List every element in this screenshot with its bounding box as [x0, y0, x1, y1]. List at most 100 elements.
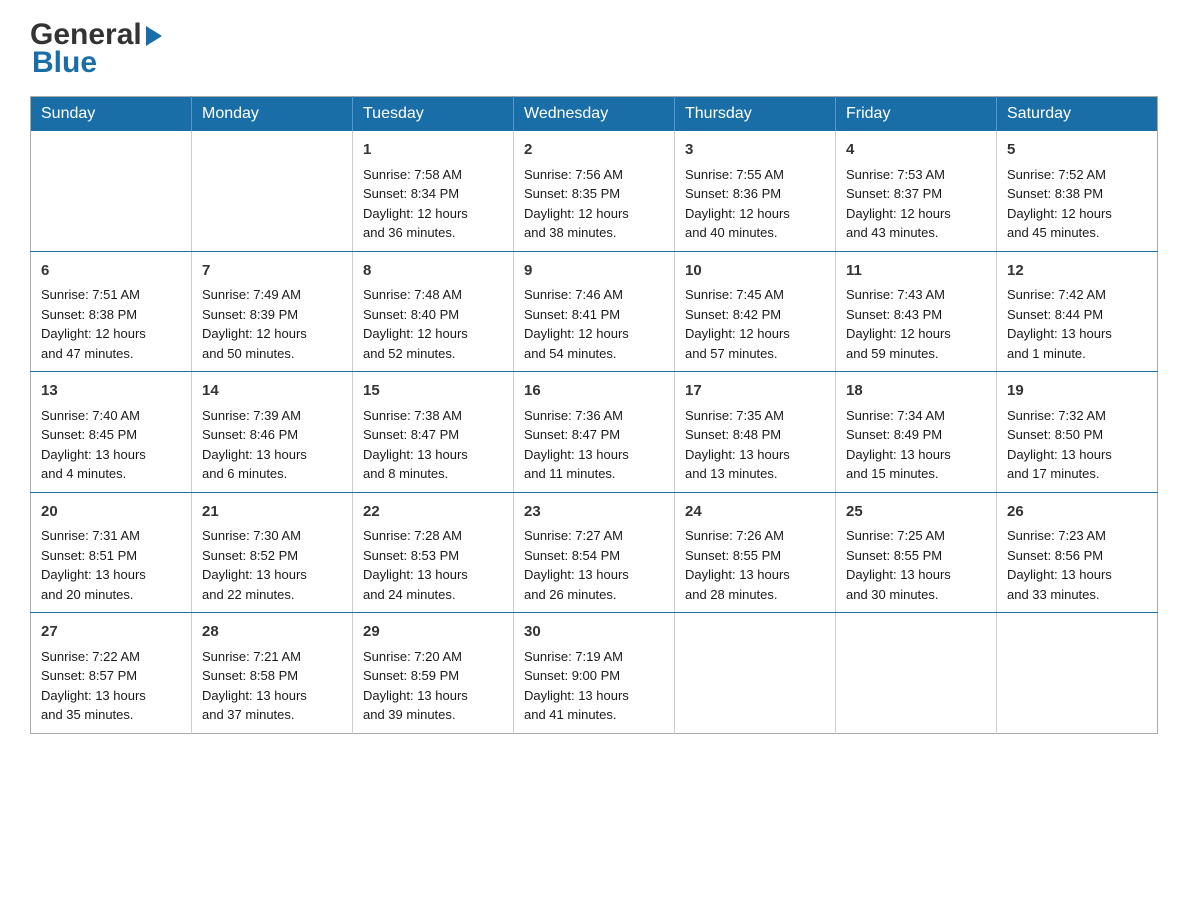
day-info-line: and 37 minutes. — [202, 705, 342, 725]
day-info-line: Sunrise: 7:46 AM — [524, 285, 664, 305]
day-info-line: Daylight: 12 hours — [524, 204, 664, 224]
day-info-line: Sunset: 8:54 PM — [524, 546, 664, 566]
day-info-line: and 24 minutes. — [363, 585, 503, 605]
day-info-line: Daylight: 12 hours — [202, 324, 342, 344]
day-info-line: Sunset: 8:49 PM — [846, 425, 986, 445]
calendar-cell: 2Sunrise: 7:56 AMSunset: 8:35 PMDaylight… — [514, 131, 675, 251]
logo: General Blue — [30, 20, 162, 80]
day-info-line: Daylight: 13 hours — [685, 565, 825, 585]
day-info-line: Sunrise: 7:26 AM — [685, 526, 825, 546]
day-info-line: and 54 minutes. — [524, 344, 664, 364]
day-info-line: Daylight: 13 hours — [363, 686, 503, 706]
day-info-line: Sunrise: 7:32 AM — [1007, 406, 1147, 426]
calendar-cell: 11Sunrise: 7:43 AMSunset: 8:43 PMDayligh… — [836, 251, 997, 372]
day-info-line: Sunset: 8:45 PM — [41, 425, 181, 445]
calendar-cell: 26Sunrise: 7:23 AMSunset: 8:56 PMDayligh… — [997, 492, 1158, 613]
calendar-cell: 5Sunrise: 7:52 AMSunset: 8:38 PMDaylight… — [997, 131, 1158, 251]
day-number: 5 — [1007, 139, 1147, 162]
day-number: 13 — [41, 380, 181, 403]
day-info-line: Sunrise: 7:20 AM — [363, 647, 503, 667]
day-number: 2 — [524, 139, 664, 162]
day-info-line: and 35 minutes. — [41, 705, 181, 725]
day-info-line: Sunset: 8:53 PM — [363, 546, 503, 566]
day-info-line: Daylight: 13 hours — [363, 565, 503, 585]
day-info-line: Sunrise: 7:51 AM — [41, 285, 181, 305]
calendar-cell: 8Sunrise: 7:48 AMSunset: 8:40 PMDaylight… — [353, 251, 514, 372]
calendar-cell: 6Sunrise: 7:51 AMSunset: 8:38 PMDaylight… — [31, 251, 192, 372]
day-info-line: Sunset: 8:48 PM — [685, 425, 825, 445]
day-info-line: Sunset: 8:42 PM — [685, 305, 825, 325]
day-number: 21 — [202, 501, 342, 524]
calendar-cell: 28Sunrise: 7:21 AMSunset: 8:58 PMDayligh… — [192, 613, 353, 734]
day-info-line: Daylight: 13 hours — [524, 565, 664, 585]
weekday-header-friday: Friday — [836, 97, 997, 132]
weekday-header-thursday: Thursday — [675, 97, 836, 132]
calendar-cell: 12Sunrise: 7:42 AMSunset: 8:44 PMDayligh… — [997, 251, 1158, 372]
day-info-line: and 13 minutes. — [685, 464, 825, 484]
day-info-line: and 43 minutes. — [846, 223, 986, 243]
day-info-line: Sunrise: 7:49 AM — [202, 285, 342, 305]
day-info-line: Daylight: 12 hours — [846, 324, 986, 344]
day-info-line: Sunset: 8:55 PM — [685, 546, 825, 566]
day-info-line: Sunset: 8:47 PM — [524, 425, 664, 445]
day-info-line: Sunrise: 7:28 AM — [363, 526, 503, 546]
week-row-1: 1Sunrise: 7:58 AMSunset: 8:34 PMDaylight… — [31, 131, 1158, 251]
day-info-line: Daylight: 13 hours — [685, 445, 825, 465]
day-info-line: Sunset: 8:38 PM — [1007, 184, 1147, 204]
calendar-cell: 21Sunrise: 7:30 AMSunset: 8:52 PMDayligh… — [192, 492, 353, 613]
week-row-2: 6Sunrise: 7:51 AMSunset: 8:38 PMDaylight… — [31, 251, 1158, 372]
day-info-line: Daylight: 12 hours — [363, 204, 503, 224]
day-info-line: Daylight: 13 hours — [202, 445, 342, 465]
day-info-line: Sunset: 9:00 PM — [524, 666, 664, 686]
day-info-line: and 41 minutes. — [524, 705, 664, 725]
day-info-line: Sunset: 8:36 PM — [685, 184, 825, 204]
day-number: 9 — [524, 260, 664, 283]
day-number: 6 — [41, 260, 181, 283]
calendar-cell: 9Sunrise: 7:46 AMSunset: 8:41 PMDaylight… — [514, 251, 675, 372]
day-info-line: Daylight: 13 hours — [1007, 445, 1147, 465]
day-info-line: Sunrise: 7:58 AM — [363, 165, 503, 185]
day-info-line: Daylight: 13 hours — [524, 686, 664, 706]
day-info-line: and 22 minutes. — [202, 585, 342, 605]
day-info-line: and 40 minutes. — [685, 223, 825, 243]
day-info-line: and 4 minutes. — [41, 464, 181, 484]
day-info-line: Daylight: 13 hours — [41, 445, 181, 465]
weekday-header-tuesday: Tuesday — [353, 97, 514, 132]
day-info-line: and 36 minutes. — [363, 223, 503, 243]
day-info-line: Daylight: 13 hours — [1007, 565, 1147, 585]
day-info-line: Sunrise: 7:38 AM — [363, 406, 503, 426]
day-info-line: Sunrise: 7:30 AM — [202, 526, 342, 546]
calendar-cell: 17Sunrise: 7:35 AMSunset: 8:48 PMDayligh… — [675, 372, 836, 493]
day-info-line: Daylight: 12 hours — [846, 204, 986, 224]
calendar-table: SundayMondayTuesdayWednesdayThursdayFrid… — [30, 96, 1158, 734]
day-number: 26 — [1007, 501, 1147, 524]
calendar-cell: 10Sunrise: 7:45 AMSunset: 8:42 PMDayligh… — [675, 251, 836, 372]
day-info-line: Daylight: 13 hours — [363, 445, 503, 465]
calendar-cell: 24Sunrise: 7:26 AMSunset: 8:55 PMDayligh… — [675, 492, 836, 613]
day-info-line: Sunrise: 7:34 AM — [846, 406, 986, 426]
day-number: 19 — [1007, 380, 1147, 403]
day-info-line: and 59 minutes. — [846, 344, 986, 364]
day-info-line: Daylight: 12 hours — [1007, 204, 1147, 224]
day-info-line: Sunset: 8:50 PM — [1007, 425, 1147, 445]
day-info-line: Daylight: 12 hours — [524, 324, 664, 344]
day-info-line: Daylight: 13 hours — [202, 686, 342, 706]
day-info-line: Sunset: 8:46 PM — [202, 425, 342, 445]
week-row-4: 20Sunrise: 7:31 AMSunset: 8:51 PMDayligh… — [31, 492, 1158, 613]
weekday-header-wednesday: Wednesday — [514, 97, 675, 132]
day-info-line: Sunrise: 7:23 AM — [1007, 526, 1147, 546]
day-info-line: Daylight: 13 hours — [1007, 324, 1147, 344]
logo-arrow-icon — [146, 26, 162, 46]
weekday-header-saturday: Saturday — [997, 97, 1158, 132]
calendar-cell: 19 Sunrise: 7:32 AMSunset: 8:50 PMDayligh… — [997, 372, 1158, 493]
day-info-line: and 11 minutes. — [524, 464, 664, 484]
calendar-cell: 27Sunrise: 7:22 AMSunset: 8:57 PMDayligh… — [31, 613, 192, 734]
page-header: General Blue — [30, 20, 1158, 80]
day-number: 4 — [846, 139, 986, 162]
calendar-cell: 3Sunrise: 7:55 AMSunset: 8:36 PMDaylight… — [675, 131, 836, 251]
calendar-cell — [192, 131, 353, 251]
day-info-line: Sunrise: 7:27 AM — [524, 526, 664, 546]
calendar-cell: 29Sunrise: 7:20 AMSunset: 8:59 PMDayligh… — [353, 613, 514, 734]
calendar-cell: 25Sunrise: 7:25 AMSunset: 8:55 PMDayligh… — [836, 492, 997, 613]
day-info-line: Sunrise: 7:19 AM — [524, 647, 664, 667]
